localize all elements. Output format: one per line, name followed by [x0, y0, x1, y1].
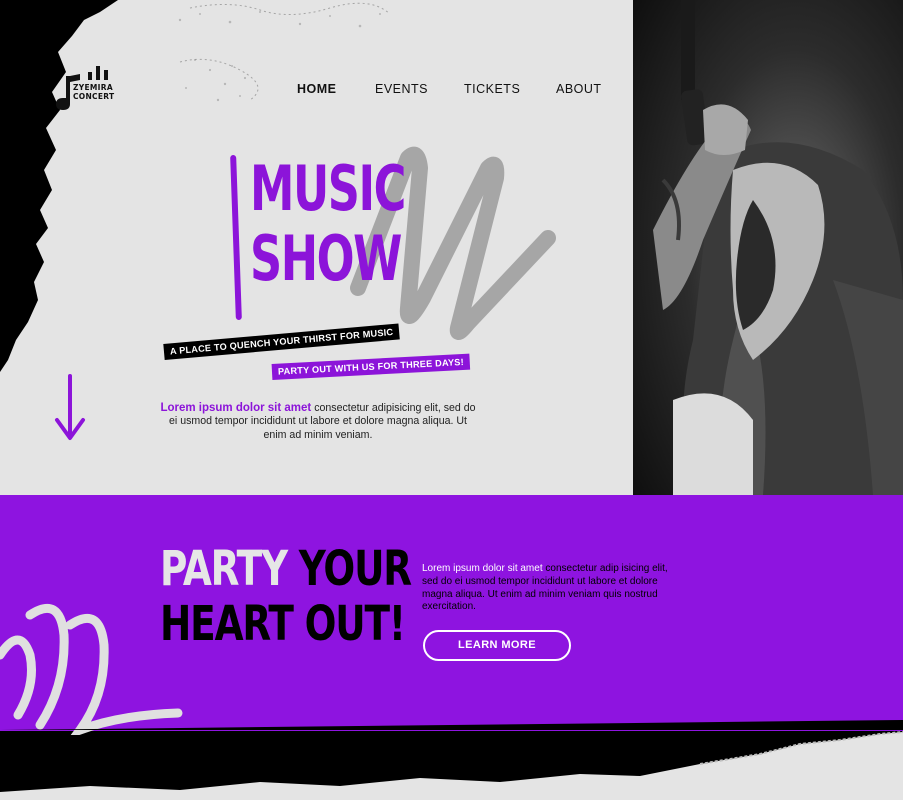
nav-about[interactable]: ABOUT — [556, 82, 602, 96]
hero-description: Lorem ipsum dolor sit amet consectetur a… — [158, 402, 478, 442]
feature-description: Lorem ipsum dolor sit amet consectetur a… — [422, 563, 672, 614]
feature-title-line2: HEART OUT! — [160, 596, 406, 652]
feature-title-word2: YOUR — [298, 541, 412, 597]
nav-tickets[interactable]: TICKETS — [464, 82, 520, 96]
singer-photo — [633, 0, 903, 495]
hero-description-lead: Lorem ipsum dolor sit amet — [160, 402, 312, 414]
arrow-down-icon[interactable] — [54, 374, 86, 449]
scribble-loops-decoration — [0, 595, 185, 740]
page: ZYEMIRA CONCERT HOME EVENTS TICKETS ABOU… — [0, 0, 903, 800]
brand-name-line2: CONCERT — [73, 92, 115, 101]
brand-name-line1: ZYEMIRA — [73, 83, 113, 92]
feature-description-lead: Lorem ipsum dolor sit amet — [422, 563, 543, 574]
feature-title-word1: PARTY — [160, 541, 288, 597]
nav-home[interactable]: HOME — [297, 82, 337, 96]
feature-title-line1: PARTY YOUR — [160, 545, 412, 593]
brand-name: ZYEMIRA CONCERT — [73, 83, 114, 101]
learn-more-button[interactable]: LEARN MORE — [423, 630, 571, 661]
hero-title-line2: SHOW — [250, 222, 402, 295]
nav-events[interactable]: EVENTS — [375, 82, 428, 96]
bottom-torn-paper — [0, 720, 903, 800]
hero-title-line1: MUSIC — [250, 152, 406, 225]
